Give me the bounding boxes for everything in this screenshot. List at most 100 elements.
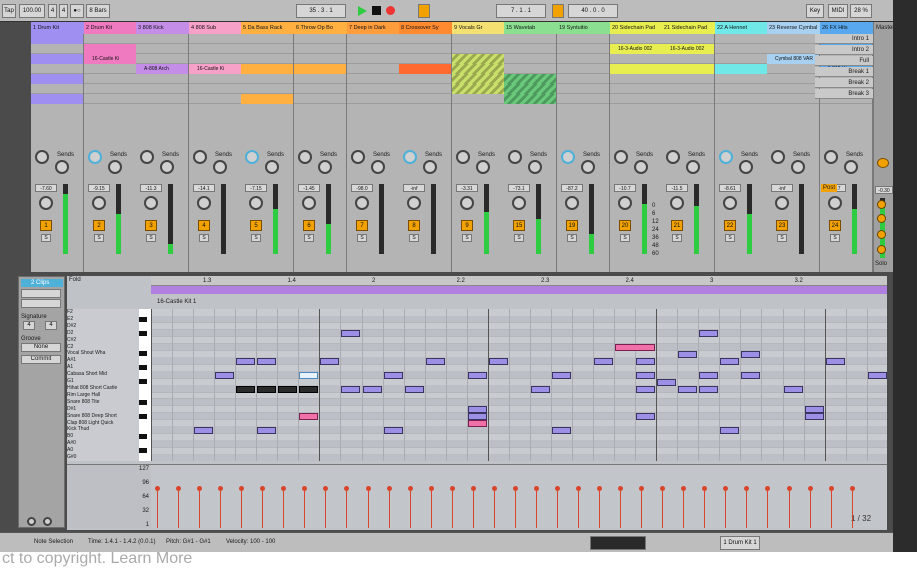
velocity-marker-head[interactable] xyxy=(407,486,413,492)
midi-note[interactable] xyxy=(804,413,824,421)
midi-note[interactable] xyxy=(720,357,740,365)
track-title[interactable]: 1 Drum Kit xyxy=(31,22,84,34)
velocity-marker[interactable] xyxy=(597,486,603,528)
commit-button[interactable]: Commit xyxy=(21,355,61,364)
velocity-marker-head[interactable] xyxy=(702,486,708,492)
send-a-knob[interactable] xyxy=(35,150,49,164)
midi-note[interactable] xyxy=(257,385,277,393)
send-a-knob[interactable] xyxy=(403,150,417,164)
midi-note[interactable] xyxy=(299,413,319,421)
velocity-marker-head[interactable] xyxy=(639,486,645,492)
empty-clip-slot[interactable] xyxy=(31,44,83,54)
pan-knob[interactable] xyxy=(828,196,842,210)
send-a-knob[interactable] xyxy=(193,150,207,164)
empty-clip-slot[interactable] xyxy=(84,94,136,104)
pan-knob[interactable] xyxy=(775,196,789,210)
scene-launch-button[interactable]: Intro 2 xyxy=(815,45,873,55)
pan-knob[interactable] xyxy=(618,196,632,210)
clip-slot[interactable]: 16-3-Audio 002 xyxy=(610,44,662,54)
empty-clip-slot[interactable] xyxy=(767,74,819,84)
send-b-knob[interactable] xyxy=(476,160,490,174)
send-b-knob[interactable] xyxy=(108,160,122,174)
note-grid[interactable] xyxy=(151,309,887,461)
empty-clip-slot[interactable] xyxy=(504,34,556,44)
scene-launch-button[interactable]: Break 2 xyxy=(815,78,873,88)
send-b-knob[interactable] xyxy=(791,160,805,174)
volume-field[interactable]: -10.7 xyxy=(614,184,636,192)
midi-note[interactable] xyxy=(551,371,571,379)
send-a-knob[interactable] xyxy=(456,150,470,164)
solo-button[interactable]: S xyxy=(620,234,630,242)
track-title[interactable]: 21 Sidechain Pad xyxy=(662,22,715,34)
volume-field[interactable]: -1.45 xyxy=(298,184,320,192)
empty-clip-slot[interactable] xyxy=(189,54,241,64)
send-b-knob[interactable] xyxy=(55,160,69,174)
velocity-marker-head[interactable] xyxy=(449,486,455,492)
volume-field[interactable]: -7.15 xyxy=(245,184,267,192)
clip-slot[interactable] xyxy=(610,64,662,74)
clip-slot[interactable] xyxy=(399,64,451,74)
track-activator[interactable]: 22 xyxy=(724,220,736,231)
stop-icon[interactable] xyxy=(372,6,381,15)
empty-clip-slot[interactable] xyxy=(452,44,504,54)
clip-slot[interactable]: A-808 Arch xyxy=(136,64,188,74)
solo-button[interactable]: S xyxy=(146,234,156,242)
clip-slot[interactable] xyxy=(452,54,504,64)
track-title[interactable]: 23 Reverse Cymbal xyxy=(767,22,820,34)
clip-slot[interactable] xyxy=(504,74,556,84)
signature-denominator[interactable]: 4 xyxy=(59,4,68,18)
volume-field[interactable]: -11.3 xyxy=(140,184,162,192)
velocity-marker-head[interactable] xyxy=(533,486,539,492)
velocity-marker[interactable] xyxy=(723,486,729,528)
empty-clip-slot[interactable] xyxy=(84,84,136,94)
clip-slot[interactable]: 16-Castle Ki xyxy=(189,64,241,74)
send-a-knob[interactable] xyxy=(245,150,259,164)
volume-field[interactable]: -3.31 xyxy=(456,184,478,192)
track-activator[interactable]: 6 xyxy=(303,220,315,231)
black-key[interactable] xyxy=(139,379,147,385)
midi-note[interactable] xyxy=(362,385,382,393)
send-b-knob[interactable] xyxy=(423,160,437,174)
velocity-marker-head[interactable] xyxy=(828,486,834,492)
track-title[interactable]: 20 Sidechain Pad xyxy=(610,22,663,34)
track-activator[interactable]: 1 xyxy=(40,220,52,231)
empty-clip-slot[interactable] xyxy=(399,34,451,44)
midi-note[interactable] xyxy=(636,385,656,393)
solo-button[interactable]: S xyxy=(409,234,419,242)
clip-slot[interactable] xyxy=(31,34,83,44)
velocity-marker-head[interactable] xyxy=(428,486,434,492)
velocity-marker[interactable] xyxy=(765,486,771,528)
send-a-knob[interactable] xyxy=(88,150,102,164)
velocity-marker[interactable] xyxy=(512,486,518,528)
track-title[interactable]: 19 Syntuitio xyxy=(557,22,610,34)
velocity-marker-head[interactable] xyxy=(470,486,476,492)
clip-slot[interactable] xyxy=(31,74,83,84)
clip-box-bottom[interactable] xyxy=(21,299,61,308)
track-title[interactable]: 7 Deep in Dark xyxy=(347,22,400,34)
empty-clip-slot[interactable] xyxy=(715,84,767,94)
empty-clip-slot[interactable] xyxy=(715,54,767,64)
midi-note[interactable] xyxy=(699,385,719,393)
clip-slot[interactable] xyxy=(31,94,83,104)
overview-bar[interactable] xyxy=(590,536,646,550)
velocity-marker[interactable] xyxy=(576,486,581,528)
scene-launch-button[interactable]: Break 3 xyxy=(815,89,873,99)
detail-icon-a[interactable] xyxy=(27,517,36,526)
midi-note[interactable] xyxy=(425,357,445,365)
empty-clip-slot[interactable] xyxy=(662,34,714,44)
midi-note[interactable] xyxy=(678,385,698,393)
pan-knob[interactable] xyxy=(723,196,737,210)
solo-button[interactable]: S xyxy=(199,234,209,242)
empty-clip-slot[interactable] xyxy=(452,34,504,44)
midi-note[interactable] xyxy=(530,385,550,393)
velocity-marker-head[interactable] xyxy=(344,486,350,492)
send-a-knob[interactable] xyxy=(666,150,680,164)
empty-clip-slot[interactable] xyxy=(347,44,399,54)
solo-button[interactable]: S xyxy=(462,234,472,242)
midi-note[interactable] xyxy=(257,426,277,434)
send-b-knob[interactable] xyxy=(686,160,700,174)
send-b-knob[interactable] xyxy=(371,160,385,174)
track-title[interactable]: 2 Drum Kit xyxy=(84,22,137,34)
empty-clip-slot[interactable] xyxy=(347,34,399,44)
clip-slot[interactable] xyxy=(504,94,556,104)
